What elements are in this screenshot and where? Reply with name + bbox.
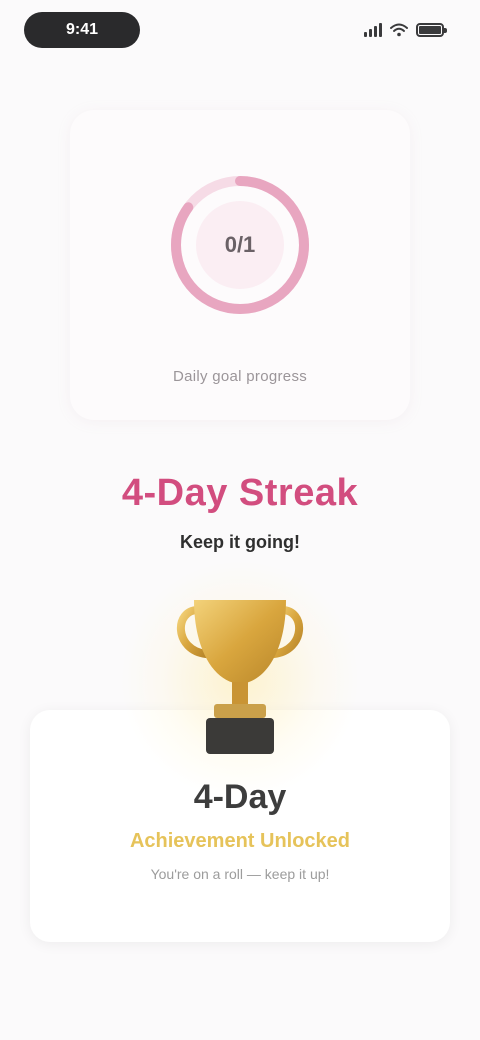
streak-subtitle: Keep it going! — [180, 532, 300, 552]
status-time-pill: 9:41 — [24, 12, 140, 48]
signal-icon — [364, 23, 382, 37]
wifi-icon — [390, 23, 408, 37]
progress-ring: 0/1 — [165, 170, 315, 320]
achievement-days: 4-Day — [193, 778, 287, 816]
progress-ring-value: 0/1 — [224, 232, 256, 257]
streak-title: 4-Day Streak — [121, 472, 359, 514]
trophy-icon — [170, 588, 310, 764]
progress-caption: Daily goal progress — [172, 368, 308, 385]
achievement-subtitle: You're on a roll — keep it up! — [150, 866, 330, 882]
achievement-title: Achievement Unlocked — [129, 830, 351, 852]
battery-icon — [416, 23, 447, 37]
daily-progress-card[interactable]: 0/1 Daily goal progress — [70, 110, 410, 420]
status-icons — [364, 20, 447, 40]
status-time: 9:41 — [65, 21, 99, 38]
screen: 9:41 0/1 Daily goal progress 4-Day Strea… — [0, 0, 480, 1040]
status-bar: 9:41 — [0, 0, 480, 62]
